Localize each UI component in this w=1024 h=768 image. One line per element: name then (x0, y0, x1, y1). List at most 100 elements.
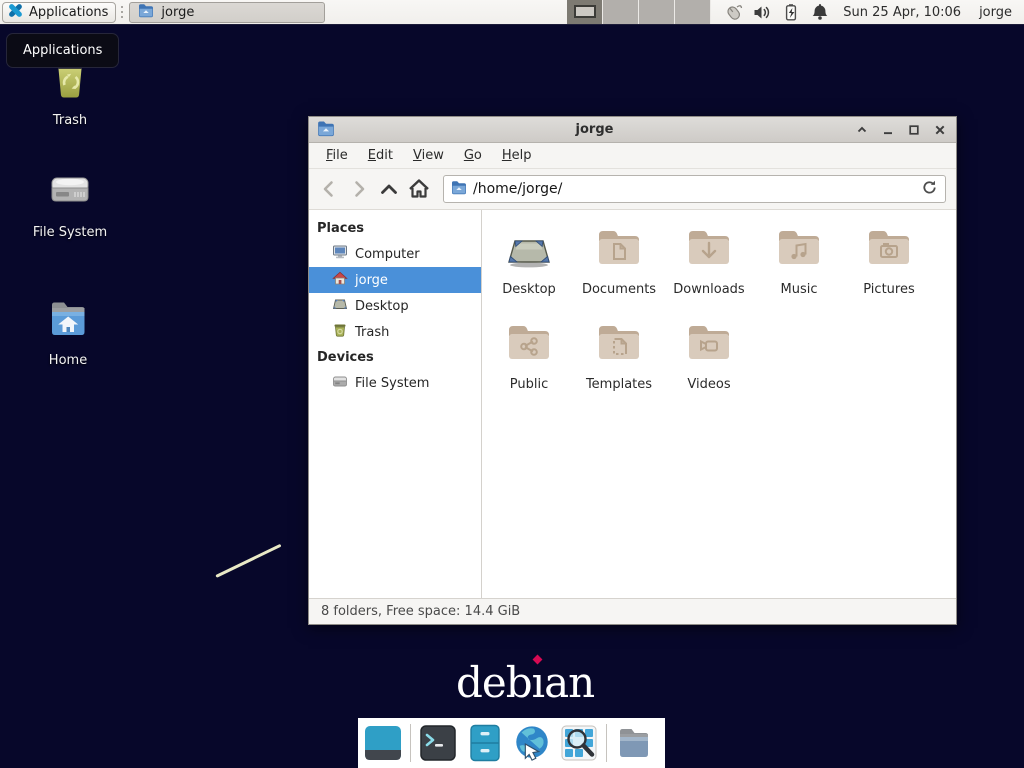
show-desktop-icon[interactable] (363, 723, 403, 763)
applications-menu-button[interactable]: Applications (2, 2, 116, 23)
folder-downloads-icon (685, 226, 733, 278)
shade-button[interactable] (854, 122, 870, 138)
folder-public-icon (505, 321, 553, 373)
folder-documents-icon (595, 226, 643, 278)
folder-label: Desktop (502, 282, 556, 297)
window-titlebar[interactable]: jorge (309, 117, 956, 143)
menu-view[interactable]: View (404, 145, 453, 166)
folder-label: Public (510, 377, 548, 392)
folder-icon (138, 2, 154, 22)
panel-clock[interactable]: Sun 25 Apr, 10:06 (843, 5, 961, 20)
terminal-icon[interactable] (418, 723, 458, 763)
window-controls (854, 122, 948, 138)
desktop-icon-file-system[interactable]: File System (22, 168, 118, 240)
statusbar: 8 folders, Free space: 14.4 GiB (309, 598, 956, 624)
volume-icon[interactable] (752, 2, 772, 22)
taskbar-window-button[interactable]: jorge (129, 2, 325, 23)
folder-label: Videos (687, 377, 730, 392)
top-panel: Applications jorge (0, 0, 1024, 25)
cursor-artifact-line (215, 544, 281, 578)
home-icon (332, 270, 348, 290)
workspace-3[interactable] (639, 0, 675, 24)
sidebar-item-file-system[interactable]: File System (309, 370, 481, 396)
folder-label: Templates (586, 377, 652, 392)
mouse-icon[interactable] (723, 2, 743, 22)
folder-item-downloads[interactable]: Downloads (664, 226, 754, 321)
folder-item-public[interactable]: Public (484, 321, 574, 416)
minimize-button[interactable] (880, 122, 896, 138)
folder-item-music[interactable]: Music (754, 226, 844, 321)
home-button[interactable] (405, 175, 433, 203)
path-text[interactable]: /home/jorge/ (473, 181, 915, 197)
workspace-1[interactable] (567, 0, 603, 24)
menu-go[interactable]: Go (455, 145, 491, 166)
desktop-icon-home[interactable]: Home (20, 296, 116, 368)
panel-separator-handle (119, 4, 126, 20)
directory-menu-icon[interactable] (614, 723, 654, 763)
folder-item-documents[interactable]: Documents (574, 226, 664, 321)
bottom-dock (358, 718, 665, 768)
sidebar-item-label: File System (355, 376, 429, 391)
sidebar-item-label: Desktop (355, 299, 409, 314)
folder-item-templates[interactable]: Templates (574, 321, 664, 416)
folder-item-desktop[interactable]: Desktop (484, 226, 574, 321)
folder-icon (451, 179, 467, 199)
web-browser-icon[interactable] (512, 723, 552, 763)
sidebar-item-jorge[interactable]: jorge (309, 267, 481, 293)
file-manager-icon[interactable] (465, 723, 505, 763)
reload-icon[interactable] (921, 179, 938, 200)
panel-left-group: Applications jorge (0, 0, 325, 24)
desktop-special-icon (505, 226, 553, 278)
folder-videos-icon (685, 321, 733, 373)
panel-username[interactable]: jorge (979, 5, 1012, 20)
workspace-window-thumb (574, 5, 596, 18)
desktop-icon-label: Trash (53, 113, 87, 128)
taskbar-window-label: jorge (161, 5, 194, 20)
sidebar: Places Computer (309, 210, 482, 598)
folder-label: Pictures (863, 282, 914, 297)
folder-pictures-icon (865, 226, 913, 278)
folder-label: Downloads (673, 282, 744, 297)
notifications-bell-icon[interactable] (810, 2, 830, 22)
workspace-4[interactable] (675, 0, 711, 24)
desktop-icon (332, 296, 348, 316)
battery-charging-icon[interactable] (781, 2, 801, 22)
sidebar-item-label: Computer (355, 247, 420, 262)
back-button[interactable] (315, 175, 343, 203)
sidebar-header-places: Places (309, 216, 481, 241)
folder-item-videos[interactable]: Videos (664, 321, 754, 416)
up-button[interactable] (375, 175, 403, 203)
workspace-pager[interactable] (567, 0, 711, 25)
menu-edit[interactable]: Edit (359, 145, 402, 166)
applications-menu-label: Applications (29, 5, 108, 20)
forward-button[interactable] (345, 175, 373, 203)
file-manager-window: jorge File Edit View Go Help (308, 116, 957, 625)
folder-view[interactable]: Desktop Documents (482, 210, 956, 598)
sidebar-item-label: Trash (355, 325, 389, 340)
computer-icon (332, 244, 348, 264)
sidebar-header-devices: Devices (309, 345, 481, 370)
debian-logo-i-dot: ı (532, 658, 544, 707)
close-button[interactable] (932, 122, 948, 138)
window-title: jorge (335, 122, 854, 137)
sidebar-item-desktop[interactable]: Desktop (309, 293, 481, 319)
debian-logo-text: an (544, 658, 594, 707)
toolbar: /home/jorge/ (309, 169, 956, 209)
trash-icon (332, 322, 348, 342)
sidebar-item-computer[interactable]: Computer (309, 241, 481, 267)
workspace-2[interactable] (603, 0, 639, 24)
sidebar-item-trash[interactable]: Trash (309, 319, 481, 345)
folder-templates-icon (595, 321, 643, 373)
xfce-logo-icon (7, 2, 24, 23)
maximize-button[interactable] (906, 122, 922, 138)
location-bar[interactable]: /home/jorge/ (443, 175, 946, 203)
panel-right-group: Sun 25 Apr, 10:06 jorge (567, 0, 1024, 24)
menu-help[interactable]: Help (493, 145, 541, 166)
folder-item-pictures[interactable]: Pictures (844, 226, 934, 321)
dock-separator (410, 724, 411, 762)
dock-separator (606, 724, 607, 762)
menu-file[interactable]: File (317, 145, 357, 166)
menubar: File Edit View Go Help (309, 143, 956, 169)
app-finder-icon[interactable] (559, 723, 599, 763)
folder-grid: Desktop Documents (484, 226, 956, 416)
